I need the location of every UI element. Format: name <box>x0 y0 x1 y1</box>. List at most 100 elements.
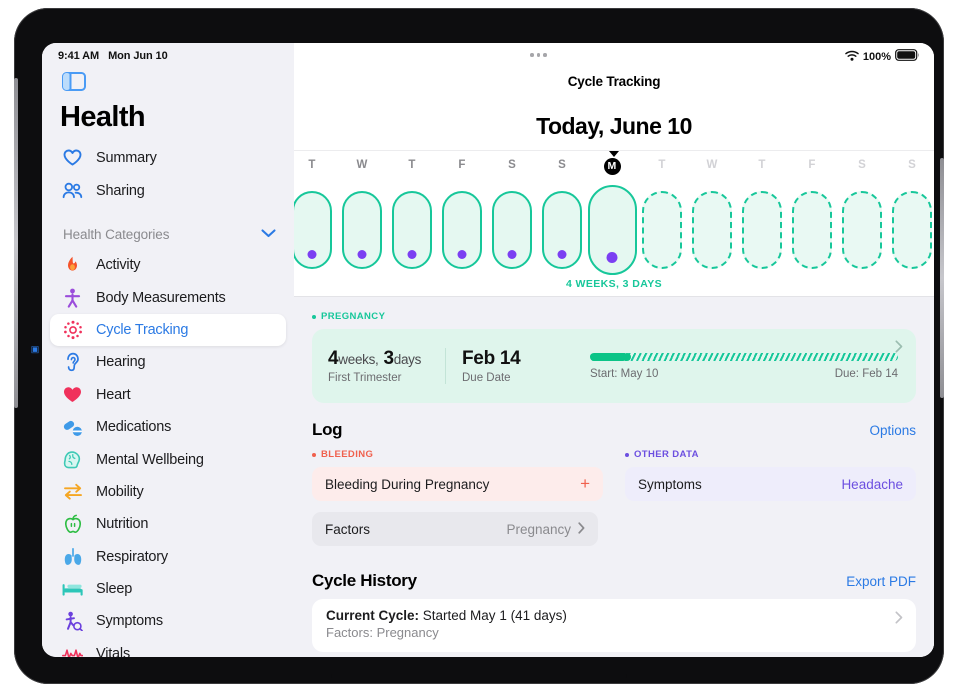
sidebar-categories-header[interactable]: Health Categories <box>42 221 294 247</box>
day-label-today[interactable]: M <box>603 158 621 175</box>
log-title: Log <box>312 420 343 439</box>
duration-days-value: 3 <box>383 348 394 369</box>
symptoms-row-label: Symptoms <box>638 476 702 492</box>
pregnancy-duration-column: 4weeks, 3days First Trimester <box>328 348 446 384</box>
device-frame: ▣ 9:41 AM Mon Jun 10 Health Summary Shar… <box>14 8 944 684</box>
duration-weeks-unit: weeks, <box>338 352 379 367</box>
today-heading: Today, June 10 <box>536 113 692 139</box>
cycle-history-title: Cycle History <box>312 571 417 590</box>
log-column-other-data: OTHER DATA Symptoms Headache <box>625 449 916 546</box>
log-header: Log Options <box>312 420 916 440</box>
apple-icon <box>62 514 83 535</box>
pregnancy-progress-knob <box>622 352 631 361</box>
sidebar-item-summary[interactable]: Summary <box>42 141 294 174</box>
day-label[interactable]: F <box>799 159 825 171</box>
pregnancy-card[interactable]: 4weeks, 3days First Trimester Feb 14 Due… <box>312 329 916 403</box>
sidebar-item-heart[interactable]: Heart <box>42 379 294 411</box>
log-options-button[interactable]: Options <box>869 423 916 438</box>
factors-row-label: Factors <box>325 521 371 537</box>
chevron-right-icon <box>578 521 585 537</box>
symptom-dot <box>557 250 567 259</box>
symptom-dot <box>357 250 367 259</box>
day-capsule[interactable] <box>742 191 782 269</box>
pregnancy-due-date-label: Due Date <box>462 372 511 384</box>
sidebar-item-body-measurements[interactable]: Body Measurements <box>42 281 294 313</box>
sidebar-item-nutrition[interactable]: Nutrition <box>42 508 294 540</box>
cycle-history-header: Cycle History Export PDF <box>312 571 916 591</box>
sidebar-item-hearing[interactable]: Hearing <box>42 346 294 378</box>
sidebar-item-label: Sharing <box>96 182 145 199</box>
bleeding-row-label: Bleeding During Pregnancy <box>325 476 490 492</box>
cycle-history-row-subtitle: Factors: Pregnancy <box>326 625 439 640</box>
day-capsule[interactable] <box>442 191 482 269</box>
sidebar-item-symptoms[interactable]: Symptoms <box>42 605 294 637</box>
sidebar-item-label: Mental Wellbeing <box>96 451 204 468</box>
chevron-down-icon[interactable] <box>261 225 276 243</box>
day-label[interactable]: F <box>449 159 475 171</box>
sidebar-item-label: Mobility <box>96 483 144 500</box>
day-label[interactable]: S <box>499 159 525 171</box>
day-strip-chart[interactable]: T W T F S S M T W T F S S 4 WEEKS, 3 DAYS <box>294 150 934 290</box>
day-label[interactable]: W <box>349 159 375 171</box>
status-bar-right: 100% <box>845 49 920 64</box>
device-edge-left <box>14 78 18 408</box>
bleeding-during-pregnancy-row[interactable]: Bleeding During Pregnancy + <box>312 467 603 501</box>
symptoms-row[interactable]: Symptoms Headache <box>625 467 916 501</box>
home-indicator[interactable] <box>331 673 627 678</box>
pregnancy-progress-bar <box>590 352 898 361</box>
day-capsule[interactable] <box>542 191 582 269</box>
sidebar-item-mental-wellbeing[interactable]: Mental Wellbeing <box>42 443 294 475</box>
day-label[interactable]: T <box>749 159 775 171</box>
day-capsule-today[interactable] <box>587 185 637 275</box>
screen: 9:41 AM Mon Jun 10 Health Summary Sharin… <box>42 43 934 657</box>
day-capsule[interactable] <box>892 191 932 269</box>
sidebar-item-vitals[interactable]: Vitals <box>42 638 294 657</box>
factors-row[interactable]: Factors Pregnancy <box>312 512 598 546</box>
day-label[interactable]: T <box>399 159 425 171</box>
day-capsule[interactable] <box>392 191 432 269</box>
sidebar-item-sharing[interactable]: Sharing <box>42 174 294 207</box>
other-data-tag-label: OTHER DATA <box>634 449 699 460</box>
day-label[interactable]: S <box>899 159 925 171</box>
sidebar-item-label: Sleep <box>96 581 133 598</box>
cycle-history-row[interactable]: Current Cycle: Started May 1 (41 days) F… <box>312 599 916 652</box>
day-label[interactable]: W <box>699 159 725 171</box>
ear-icon <box>62 352 83 373</box>
vitals-icon <box>62 643 83 657</box>
duration-days-unit: days <box>393 352 422 367</box>
battery-icon <box>895 49 920 64</box>
day-capsule[interactable] <box>492 191 532 269</box>
sidebar-item-cycle-tracking[interactable]: Cycle Tracking <box>50 313 286 347</box>
battery-percent: 100% <box>862 50 891 63</box>
day-label[interactable]: S <box>849 159 875 171</box>
duration-weeks-value: 4 <box>328 348 339 369</box>
more-dots-icon[interactable] <box>530 53 547 57</box>
bullet-icon <box>625 452 629 457</box>
pregnancy-start-label: Start: May 10 <box>590 367 659 380</box>
export-pdf-button[interactable]: Export PDF <box>846 574 916 589</box>
day-capsule[interactable] <box>642 191 682 269</box>
flame-icon <box>62 255 83 276</box>
lungs-icon <box>62 546 83 567</box>
day-label[interactable]: T <box>299 159 325 171</box>
cycle-history-row-title-rest: Started May 1 (41 days) <box>419 608 567 623</box>
sidebar-top-nav: Summary Sharing <box>42 141 294 207</box>
pregnancy-section-tag: PREGNANCY <box>312 311 916 322</box>
sidebar-toggle-icon[interactable] <box>62 72 86 91</box>
people-icon <box>62 180 83 201</box>
sidebar-item-respiratory[interactable]: Respiratory <box>42 541 294 573</box>
day-capsule[interactable] <box>294 191 332 269</box>
sidebar-item-mobility[interactable]: Mobility <box>42 476 294 508</box>
day-capsule[interactable] <box>792 191 832 269</box>
main-pane: 100% Cycle Tracking Today, June 10 T W T F S… <box>294 43 934 657</box>
day-label[interactable]: T <box>649 159 675 171</box>
day-label[interactable]: S <box>549 159 575 171</box>
sidebar-item-medications[interactable]: Medications <box>42 411 294 443</box>
day-capsule[interactable] <box>692 191 732 269</box>
day-capsule[interactable] <box>842 191 882 269</box>
sidebar-item-activity[interactable]: Activity <box>42 249 294 281</box>
plus-icon[interactable]: + <box>580 474 590 494</box>
sidebar-item-sleep[interactable]: Sleep <box>42 573 294 605</box>
bullet-icon <box>312 452 316 457</box>
day-capsule[interactable] <box>342 191 382 269</box>
